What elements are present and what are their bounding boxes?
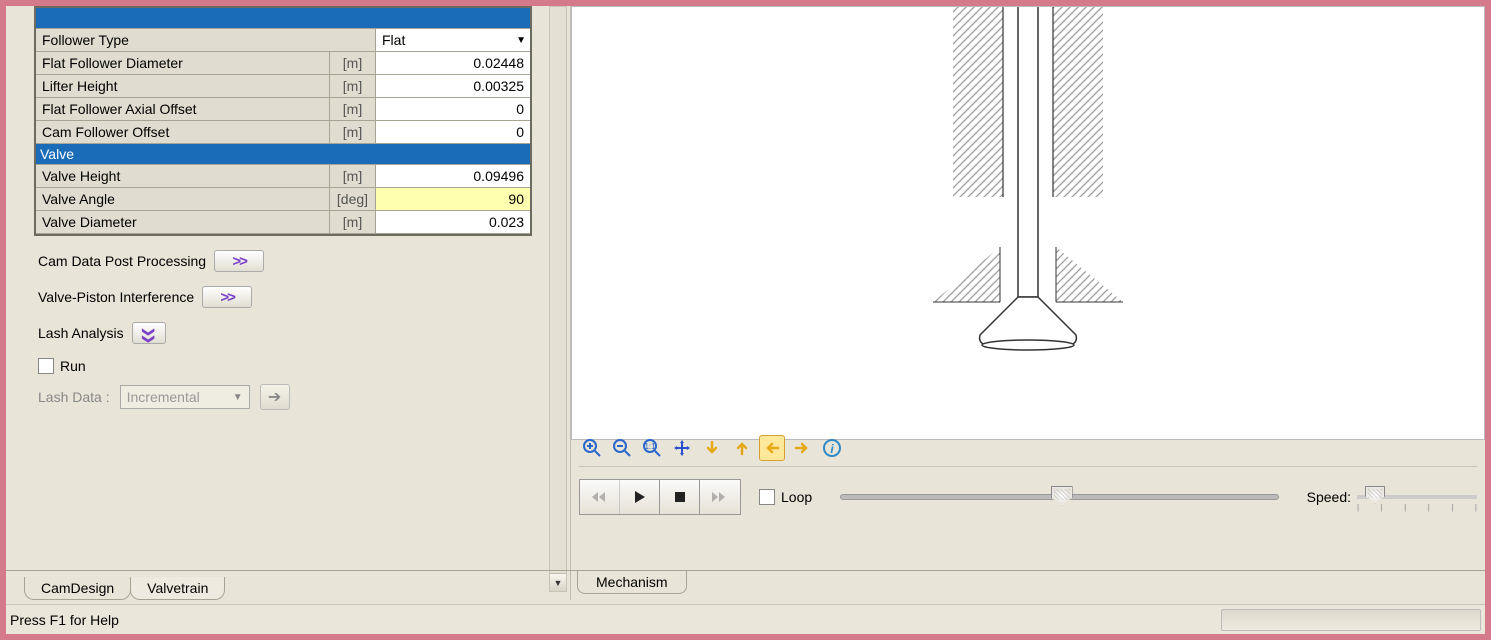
property-unit: [deg] (330, 188, 376, 210)
fastforward-button[interactable] (700, 480, 740, 514)
property-value[interactable]: 0.02448 (376, 52, 530, 74)
zoom-in-icon[interactable] (579, 435, 605, 461)
loop-checkbox[interactable] (759, 489, 775, 505)
tab-mechanism[interactable]: Mechanism (577, 571, 687, 594)
property-label: Valve Diameter (36, 211, 330, 233)
property-label: Lifter Height (36, 75, 330, 97)
property-row: Valve Height[m]0.09496 (36, 165, 530, 188)
stop-button[interactable] (660, 480, 700, 514)
property-label: Flat Follower Axial Offset (36, 98, 330, 120)
svg-text:1:1: 1:1 (644, 442, 656, 451)
zoom-out-icon[interactable] (609, 435, 635, 461)
tab-camdesign[interactable]: CamDesign (24, 577, 131, 600)
arrow-right-icon[interactable] (789, 435, 815, 461)
playback-bar: Loop Speed: |||||| (579, 466, 1477, 520)
rewind-button[interactable] (580, 480, 620, 514)
property-row: Valve Diameter[m]0.023 (36, 211, 530, 234)
lash-analysis-label: Lash Analysis (38, 325, 124, 341)
speed-slider[interactable]: |||||| (1357, 495, 1477, 499)
property-unit: [m] (330, 211, 376, 233)
preview-panel: 1:1 i (571, 6, 1485, 600)
property-label: Valve Angle (36, 188, 330, 210)
property-unit: [m] (330, 98, 376, 120)
loop-label: Loop (781, 489, 812, 505)
lash-data-label: Lash Data : (38, 389, 110, 405)
property-label: Cam Follower Offset (36, 121, 330, 143)
valve-piston-label: Valve-Piston Interference (38, 289, 194, 305)
property-row: Follower TypeFlat (36, 29, 530, 52)
zoom-fit-icon[interactable]: 1:1 (639, 435, 665, 461)
group-header-label (36, 8, 376, 28)
property-unit: [m] (330, 121, 376, 143)
arrow-left-icon[interactable] (759, 435, 785, 461)
arrow-down-icon[interactable] (699, 435, 725, 461)
left-scrollbar[interactable] (549, 6, 567, 592)
property-group-header: Valve (36, 144, 530, 165)
valve-piston-button[interactable]: >> (202, 286, 252, 308)
valve-drawing (878, 7, 1178, 427)
run-checkbox[interactable] (38, 358, 54, 374)
group-header-label: Valve (36, 144, 376, 164)
status-text: Press F1 for Help (10, 612, 119, 628)
scroll-down-icon[interactable] (550, 573, 566, 591)
property-unit: [m] (330, 75, 376, 97)
property-value[interactable]: 0.023 (376, 211, 530, 233)
tab-valvetrain[interactable]: Valvetrain (130, 577, 225, 600)
run-label: Run (60, 358, 86, 374)
property-unit: [m] (330, 52, 376, 74)
lash-analysis-toggle[interactable] (132, 322, 166, 344)
property-row: Lifter Height[m]0.00325 (36, 75, 530, 98)
status-well (1221, 609, 1481, 631)
play-button[interactable] (620, 480, 660, 514)
arrow-up-icon[interactable] (729, 435, 755, 461)
info-icon[interactable]: i (819, 435, 845, 461)
svg-text:i: i (830, 442, 834, 456)
pan-icon[interactable] (669, 435, 695, 461)
properties-panel: Follower TypeFlatFlat Follower Diameter[… (6, 6, 571, 600)
property-unit: [m] (330, 165, 376, 187)
property-value[interactable]: 0.09496 (376, 165, 530, 187)
property-value[interactable]: 0.00325 (376, 75, 530, 97)
property-label: Follower Type (36, 29, 376, 51)
speed-thumb[interactable] (1365, 486, 1385, 504)
timeline-thumb[interactable] (1051, 486, 1073, 506)
property-table: Follower TypeFlatFlat Follower Diameter[… (34, 6, 532, 236)
lash-data-select: Incremental (120, 385, 250, 409)
property-value[interactable]: 0 (376, 121, 530, 143)
property-value[interactable]: 0 (376, 98, 530, 120)
property-row: Flat Follower Axial Offset[m]0 (36, 98, 530, 121)
view-toolbar: 1:1 i (579, 434, 845, 462)
property-row: Flat Follower Diameter[m]0.02448 (36, 52, 530, 75)
property-label: Flat Follower Diameter (36, 52, 330, 74)
timeline-slider[interactable] (840, 494, 1278, 500)
cam-data-button[interactable]: >> (214, 250, 264, 272)
property-row: Cam Follower Offset[m]0 (36, 121, 530, 144)
property-label: Valve Height (36, 165, 330, 187)
property-row: Valve Angle[deg]90 (36, 188, 530, 211)
lash-data-go-button: ➔ (260, 384, 290, 410)
mechanism-canvas[interactable] (571, 6, 1485, 440)
cam-data-label: Cam Data Post Processing (38, 253, 206, 269)
property-select[interactable]: Flat (376, 29, 530, 51)
status-bar: Press F1 for Help (6, 604, 1485, 634)
speed-label: Speed: (1307, 489, 1351, 505)
property-value[interactable]: 90 (376, 188, 530, 210)
property-group-header (36, 8, 530, 29)
